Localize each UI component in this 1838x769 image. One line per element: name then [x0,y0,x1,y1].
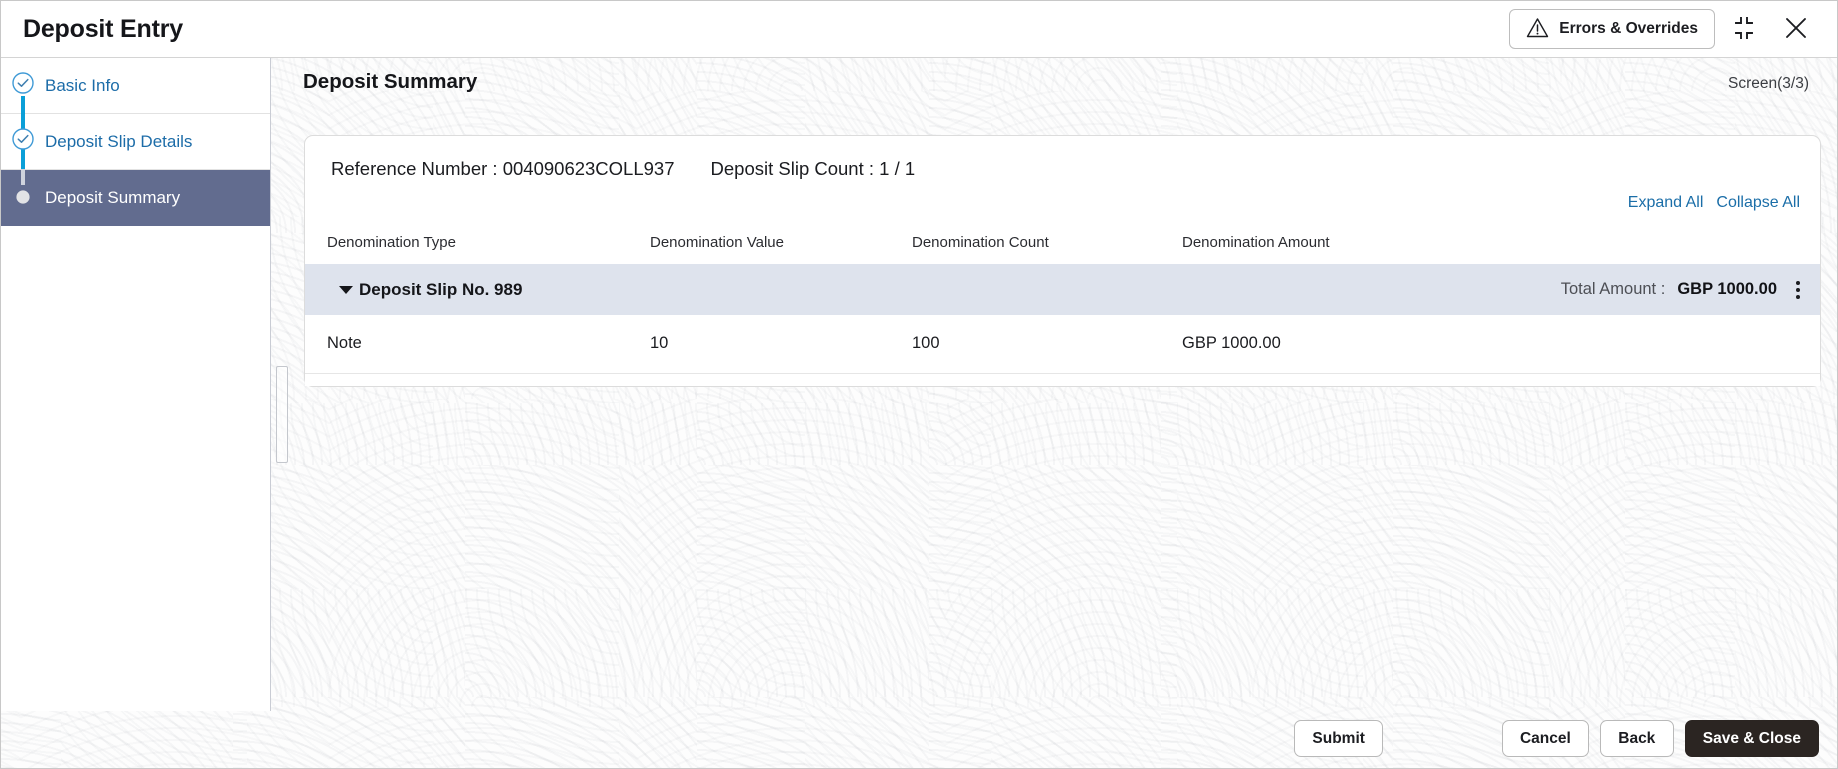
expand-collapse-links: Expand All Collapse All [305,190,1820,212]
kebab-menu-icon[interactable] [1789,275,1807,305]
denomination-table: Denomination Type Denomination Value Den… [305,212,1820,386]
sidebar-item-deposit-summary[interactable]: Deposit Summary [1,169,270,226]
step-marker [1,113,45,170]
minimize-restore-button[interactable] [1721,9,1767,49]
column-denomination-count: Denomination Count [912,234,1049,251]
check-circle-icon [11,127,35,156]
warning-triangle-icon [1526,17,1549,41]
deposit-slip-group-row[interactable]: Deposit Slip No. 989 Total Amount : GBP … [305,264,1820,315]
errors-and-overrides-label: Errors & Overrides [1559,20,1698,37]
submit-button[interactable]: Submit [1294,720,1383,757]
page-title: Deposit Entry [23,14,183,43]
screen-counter: Screen(3/3) [1728,75,1809,92]
group-row-cell: Deposit Slip No. 989 Total Amount : GBP … [305,264,1820,315]
sidebar-item-basic-info[interactable]: Basic Info [1,58,270,114]
total-amount-value: GBP 1000.00 [1677,280,1777,298]
table-header-row: Denomination Type Denomination Value Den… [305,212,1820,264]
sidebar-item-label: Deposit Summary [45,188,181,207]
save-and-close-button[interactable]: Save & Close [1684,720,1819,757]
deposit-slip-count: Deposit Slip Count : 1 / 1 [710,158,916,179]
section-title: Deposit Summary [303,70,478,93]
cell-denomination-value: 10 [650,315,912,374]
reference-number: Reference Number : 004090623COLL937 [331,158,675,179]
step-marker [1,169,45,226]
sidebar-item-label: Basic Info [45,75,120,95]
sidebar-item-label: Deposit Slip Details [45,131,193,151]
back-button[interactable]: Back [1599,720,1674,757]
table-body: Deposit Slip No. 989 Total Amount : GBP … [305,264,1820,386]
expand-all-link[interactable]: Expand All [1628,194,1704,212]
content-header: Deposit Summary Screen(3/3) [272,58,1837,94]
group-label: Deposit Slip No. 989 [359,279,523,299]
window-header: Deposit Entry Errors & Overrides [1,1,1837,58]
deposit-summary-card: Reference Number : 004090623COLL937 Depo… [304,135,1821,387]
deposit-entry-window: Deposit Entry Errors & Overrides Basic I… [0,0,1838,769]
close-x-icon [1783,15,1809,44]
table-footer-spacer [305,373,1820,386]
column-denomination-value: Denomination Value [650,234,784,251]
vertical-scrollbar[interactable] [276,366,288,463]
reference-row: Reference Number : 004090623COLL937 Depo… [305,136,1820,190]
column-denomination-amount: Denomination Amount [1182,234,1330,251]
main-content: Deposit Summary Screen(3/3) Reference Nu… [272,58,1837,709]
filled-circle-icon [11,184,35,213]
step-marker [1,58,45,114]
close-button[interactable] [1773,9,1819,49]
collapse-corners-icon [1730,15,1758,44]
cell-denomination-amount: GBP 1000.00 [1182,315,1820,374]
group-total: Total Amount : GBP 1000.00 [1561,275,1807,305]
footer-actions: Submit Cancel Back Save & Close [1,709,1837,768]
cell-denomination-type: Note [305,315,650,374]
table-header: Denomination Type Denomination Value Den… [305,212,1820,264]
header-actions: Errors & Overrides [1509,9,1819,49]
cancel-button[interactable]: Cancel [1501,720,1589,757]
collapse-all-link[interactable]: Collapse All [1716,194,1800,212]
chevron-down-icon[interactable] [339,285,353,294]
sidebar-item-deposit-slip-details[interactable]: Deposit Slip Details [1,113,270,170]
total-amount-label: Total Amount : [1560,280,1666,298]
check-circle-icon [11,71,35,100]
errors-and-overrides-button[interactable]: Errors & Overrides [1509,9,1715,49]
column-denomination-type: Denomination Type [327,234,456,251]
step-sidebar: Basic Info Deposit Slip Details Deposit … [1,58,271,711]
cell-denomination-count: 100 [912,315,1182,374]
table-row[interactable]: Note 10 100 GBP 1000.00 [305,315,1820,374]
